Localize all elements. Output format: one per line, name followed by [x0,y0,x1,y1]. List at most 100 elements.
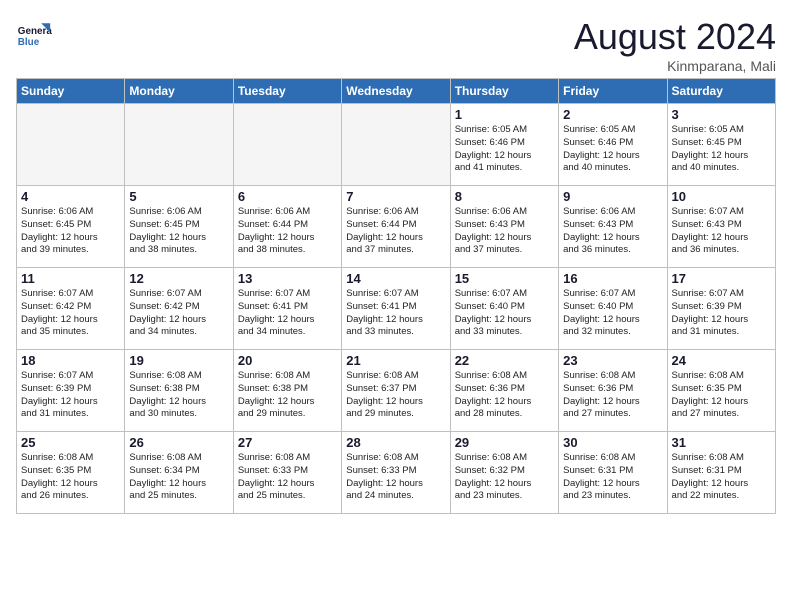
week-row-3: 11 Sunrise: 6:07 AM Sunset: 6:42 PM Dayli… [17,268,776,350]
calendar-cell: 14Sunrise: 6:07 AM Sunset: 6:41 PM Dayli… [342,268,450,350]
calendar-cell: 24Sunrise: 6:08 AM Sunset: 6:35 PM Dayli… [667,350,775,432]
day-number: 31 [672,435,771,450]
day-info: Sunrise: 6:07 AM Sunset: 6:42 PM Dayligh… [21,288,120,339]
title-area: August 2024 Kinmparana, Mali [574,16,776,74]
day-number: 12 [129,271,228,286]
day-number: 2 [563,107,662,122]
day-number: 20 [238,353,337,368]
calendar-cell: 11 Sunrise: 6:07 AM Sunset: 6:42 PM Dayli… [17,268,125,350]
day-number: 5 [129,189,228,204]
day-number: 22 [455,353,554,368]
day-number: 30 [563,435,662,450]
calendar-cell: 15 Sunrise: 6:07 AM Sunset: 6:40 PM Dayli… [450,268,558,350]
day-info: Sunrise: 6:06 AM Sunset: 6:45 PM Dayligh… [129,206,228,257]
week-row-5: 25 Sunrise: 6:08 AM Sunset: 6:35 PM Dayli… [17,432,776,514]
day-number: 16 [563,271,662,286]
weekday-header-saturday: Saturday [667,79,775,104]
day-info: Sunrise: 6:07 AM Sunset: 6:40 PM Dayligh… [563,288,662,339]
calendar-cell [17,104,125,186]
month-title: August 2024 [574,16,776,58]
day-number: 25 [21,435,120,450]
calendar-cell: 5 Sunrise: 6:06 AM Sunset: 6:45 PM Daylig… [125,186,233,268]
day-number: 24 [672,353,771,368]
day-info: Sunrise: 6:08 AM Sunset: 6:38 PM Dayligh… [238,370,337,421]
day-number: 3 [672,107,771,122]
calendar-cell: 25 Sunrise: 6:08 AM Sunset: 6:35 PM Dayli… [17,432,125,514]
calendar-cell: 23Sunrise: 6:08 AM Sunset: 6:36 PM Dayli… [559,350,667,432]
weekday-header-row: SundayMondayTuesdayWednesdayThursdayFrid… [17,79,776,104]
calendar-cell: 29 Sunrise: 6:08 AM Sunset: 6:32 PM Dayli… [450,432,558,514]
day-info: Sunrise: 6:07 AM Sunset: 6:40 PM Dayligh… [455,288,554,339]
day-number: 4 [21,189,120,204]
day-number: 29 [455,435,554,450]
day-number: 21 [346,353,445,368]
day-number: 17 [672,271,771,286]
calendar-table: SundayMondayTuesdayWednesdayThursdayFrid… [16,78,776,514]
day-number: 13 [238,271,337,286]
day-info: Sunrise: 6:08 AM Sunset: 6:34 PM Dayligh… [129,452,228,503]
day-number: 8 [455,189,554,204]
page-header: General Blue August 2024 Kinmparana, Mal… [16,16,776,74]
calendar-cell: 8Sunrise: 6:06 AM Sunset: 6:43 PM Daylig… [450,186,558,268]
calendar-cell: 30 Sunrise: 6:08 AM Sunset: 6:31 PM Dayli… [559,432,667,514]
day-info: Sunrise: 6:06 AM Sunset: 6:43 PM Dayligh… [563,206,662,257]
weekday-header-wednesday: Wednesday [342,79,450,104]
day-info: Sunrise: 6:08 AM Sunset: 6:36 PM Dayligh… [455,370,554,421]
day-info: Sunrise: 6:07 AM Sunset: 6:41 PM Dayligh… [238,288,337,339]
day-number: 14 [346,271,445,286]
day-info: Sunrise: 6:05 AM Sunset: 6:46 PM Dayligh… [563,124,662,175]
day-info: Sunrise: 6:05 AM Sunset: 6:45 PM Dayligh… [672,124,771,175]
weekday-header-thursday: Thursday [450,79,558,104]
weekday-header-tuesday: Tuesday [233,79,341,104]
calendar-cell: 10Sunrise: 6:07 AM Sunset: 6:43 PM Dayli… [667,186,775,268]
day-number: 27 [238,435,337,450]
calendar-cell: 27 Sunrise: 6:08 AM Sunset: 6:33 PM Dayli… [233,432,341,514]
calendar-cell: 1Sunrise: 6:05 AM Sunset: 6:46 PM Daylig… [450,104,558,186]
day-info: Sunrise: 6:08 AM Sunset: 6:35 PM Dayligh… [21,452,120,503]
calendar-cell: 13 Sunrise: 6:07 AM Sunset: 6:41 PM Dayli… [233,268,341,350]
calendar-cell: 4Sunrise: 6:06 AM Sunset: 6:45 PM Daylig… [17,186,125,268]
day-info: Sunrise: 6:08 AM Sunset: 6:32 PM Dayligh… [455,452,554,503]
day-info: Sunrise: 6:08 AM Sunset: 6:31 PM Dayligh… [563,452,662,503]
day-info: Sunrise: 6:07 AM Sunset: 6:39 PM Dayligh… [672,288,771,339]
day-info: Sunrise: 6:07 AM Sunset: 6:42 PM Dayligh… [129,288,228,339]
calendar-cell: 26 Sunrise: 6:08 AM Sunset: 6:34 PM Dayli… [125,432,233,514]
day-number: 18 [21,353,120,368]
day-info: Sunrise: 6:07 AM Sunset: 6:39 PM Dayligh… [21,370,120,421]
calendar-cell: 6 Sunrise: 6:06 AM Sunset: 6:44 PM Daylig… [233,186,341,268]
calendar-cell [125,104,233,186]
calendar-cell: 9Sunrise: 6:06 AM Sunset: 6:43 PM Daylig… [559,186,667,268]
calendar-cell: 28Sunrise: 6:08 AM Sunset: 6:33 PM Dayli… [342,432,450,514]
day-number: 7 [346,189,445,204]
day-info: Sunrise: 6:06 AM Sunset: 6:44 PM Dayligh… [346,206,445,257]
day-number: 11 [21,271,120,286]
day-info: Sunrise: 6:06 AM Sunset: 6:44 PM Dayligh… [238,206,337,257]
week-row-2: 4 Sunrise: 6:06 AM Sunset: 6:45 PM Daylig… [17,186,776,268]
day-number: 26 [129,435,228,450]
calendar-cell: 7 Sunrise: 6:06 AM Sunset: 6:44 PM Daylig… [342,186,450,268]
calendar-cell: 16 Sunrise: 6:07 AM Sunset: 6:40 PM Dayli… [559,268,667,350]
day-number: 28 [346,435,445,450]
calendar-cell: 21 Sunrise: 6:08 AM Sunset: 6:37 PM Dayli… [342,350,450,432]
calendar-cell: 18 Sunrise: 6:07 AM Sunset: 6:39 PM Dayli… [17,350,125,432]
svg-text:Blue: Blue [18,37,40,48]
calendar-cell: 2 Sunrise: 6:05 AM Sunset: 6:46 PM Daylig… [559,104,667,186]
calendar-cell: 17 Sunrise: 6:07 AM Sunset: 6:39 PM Dayli… [667,268,775,350]
day-info: Sunrise: 6:08 AM Sunset: 6:38 PM Dayligh… [129,370,228,421]
day-number: 10 [672,189,771,204]
weekday-header-monday: Monday [125,79,233,104]
calendar-cell [342,104,450,186]
calendar-cell: 3 Sunrise: 6:05 AM Sunset: 6:45 PM Daylig… [667,104,775,186]
location: Kinmparana, Mali [574,58,776,74]
day-number: 15 [455,271,554,286]
weekday-header-friday: Friday [559,79,667,104]
calendar-cell [233,104,341,186]
day-number: 6 [238,189,337,204]
weekday-header-sunday: Sunday [17,79,125,104]
logo: General Blue [16,16,52,52]
day-number: 1 [455,107,554,122]
day-info: Sunrise: 6:08 AM Sunset: 6:37 PM Dayligh… [346,370,445,421]
day-number: 23 [563,353,662,368]
day-info: Sunrise: 6:08 AM Sunset: 6:33 PM Dayligh… [238,452,337,503]
calendar-cell: 31Sunrise: 6:08 AM Sunset: 6:31 PM Dayli… [667,432,775,514]
